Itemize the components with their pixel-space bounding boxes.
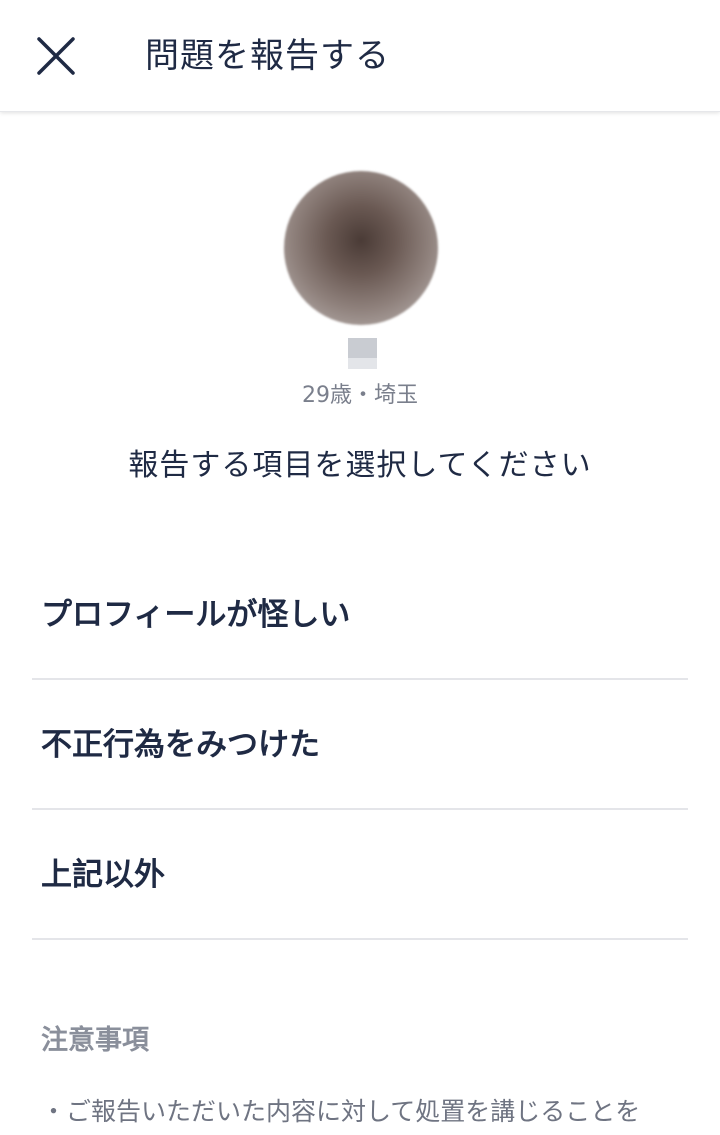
avatar bbox=[284, 171, 438, 325]
close-button[interactable] bbox=[30, 30, 82, 82]
select-prompt: 報告する項目を選択してください bbox=[128, 448, 592, 483]
option-label: プロフィールが怪しい bbox=[41, 597, 351, 633]
notes-title: 注意事項 bbox=[41, 1025, 149, 1056]
notes-item: ・ご報告いただいた内容に対して処置を講じることを bbox=[41, 1097, 641, 1126]
report-option-suspicious-profile[interactable]: プロフィールが怪しい bbox=[32, 550, 688, 680]
profile-meta: 29歳・埼玉 bbox=[302, 383, 418, 408]
option-label: 不正行為をみつけた bbox=[41, 727, 320, 763]
close-icon bbox=[37, 37, 75, 75]
report-option-misconduct[interactable]: 不正行為をみつけた bbox=[32, 680, 688, 810]
option-label: 上記以外 bbox=[41, 857, 165, 893]
report-option-other[interactable]: 上記以外 bbox=[32, 810, 688, 940]
page-title: 問題を報告する bbox=[145, 36, 390, 76]
redacted-name bbox=[348, 338, 377, 369]
app-header: 問題を報告する bbox=[0, 0, 720, 112]
